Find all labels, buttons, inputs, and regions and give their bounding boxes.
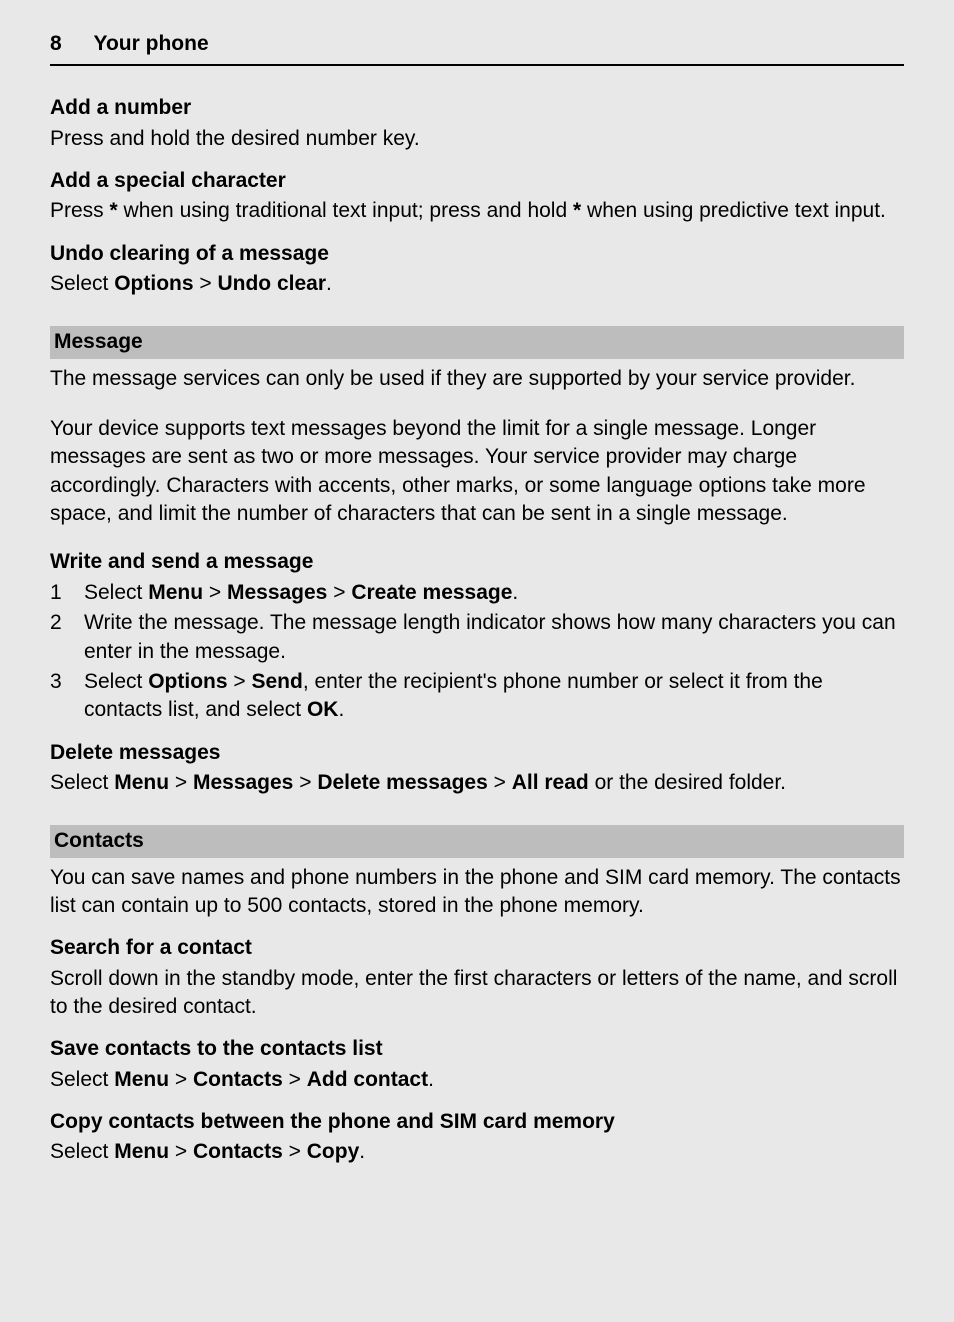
menu-undo-clear: Undo clear [217,272,326,295]
separator: > [283,1140,307,1163]
text-message-intro: The message services can only be used if… [50,365,904,393]
menu-all-read: All read [512,771,589,794]
menu-contacts: Contacts [193,1140,283,1163]
text-fragment: Select [50,1140,114,1163]
key-star: * [110,199,118,222]
text-fragment: . [428,1068,434,1091]
menu-menu: Menu [114,1140,169,1163]
manual-page: 8 Your phone Add a number Press and hold… [0,0,954,1322]
text-save-contacts: Select Menu > Contacts > Add contact. [50,1066,904,1094]
menu-add-contact: Add contact [307,1068,428,1091]
list-item: 1 Select Menu > Messages > Create messag… [50,579,904,607]
text-fragment: Press [50,199,110,222]
key-star: * [573,199,581,222]
text-delete-messages: Select Menu > Messages > Delete messages… [50,769,904,797]
menu-messages: Messages [193,771,293,794]
heading-copy-contacts: Copy contacts between the phone and SIM … [50,1108,904,1136]
page-header: 8 Your phone [50,30,904,66]
heading-delete-messages: Delete messages [50,739,904,767]
heading-undo-clear: Undo clearing of a message [50,240,904,268]
text-fragment: or the desired folder. [589,771,786,794]
text-fragment: Select [50,771,114,794]
separator: > [194,272,218,295]
heading-write-send: Write and send a message [50,548,904,576]
steps-write-send: 1 Select Menu > Messages > Create messag… [50,579,904,725]
separator: > [203,581,227,604]
separator: > [169,1140,193,1163]
separator: > [488,771,512,794]
text-message-limits: Your device supports text messages beyon… [50,415,904,528]
menu-menu: Menu [148,581,203,604]
menu-options: Options [114,272,193,295]
heading-add-special: Add a special character [50,167,904,195]
page-number: 8 [50,30,62,58]
text-contacts-intro: You can save names and phone numbers in … [50,864,904,921]
header-title: Your phone [94,32,209,55]
separator: > [228,670,252,693]
menu-delete-messages: Delete messages [317,771,487,794]
text-add-number: Press and hold the desired number key. [50,125,904,153]
text-search-contact: Scroll down in the standby mode, enter t… [50,965,904,1022]
text-fragment: Select [50,1068,114,1091]
separator: > [283,1068,307,1091]
text-fragment: . [512,581,518,604]
step-text: Select Options > Send, enter the recipie… [84,668,904,725]
menu-messages: Messages [227,581,327,604]
separator: > [169,771,193,794]
menu-create-message: Create message [351,581,512,604]
text-fragment: when using traditional text input; press… [118,199,573,222]
text-copy-contacts: Select Menu > Contacts > Copy. [50,1138,904,1166]
step-number: 3 [50,668,84,696]
menu-ok: OK [307,698,339,721]
section-message: Message [50,326,904,358]
heading-save-contacts: Save contacts to the contacts list [50,1035,904,1063]
menu-contacts: Contacts [193,1068,283,1091]
text-undo-clear: Select Options > Undo clear. [50,270,904,298]
step-number: 1 [50,579,84,607]
menu-options: Options [148,670,227,693]
menu-menu: Menu [114,1068,169,1091]
text-fragment: Select [84,581,148,604]
list-item: 2 Write the message. The message length … [50,609,904,666]
menu-copy: Copy [307,1140,360,1163]
menu-menu: Menu [114,771,169,794]
text-fragment: . [326,272,332,295]
text-fragment: . [338,698,344,721]
text-fragment: when using predictive text input. [581,199,886,222]
text-add-special: Press * when using traditional text inpu… [50,197,904,225]
menu-send: Send [251,670,302,693]
text-fragment: Select [84,670,148,693]
text-fragment: Select [50,272,114,295]
step-number: 2 [50,609,84,637]
heading-search-contact: Search for a contact [50,934,904,962]
step-text: Select Menu > Messages > Create message. [84,579,904,607]
text-fragment: . [359,1140,365,1163]
separator: > [293,771,317,794]
section-contacts: Contacts [50,825,904,857]
list-item: 3 Select Options > Send, enter the recip… [50,668,904,725]
heading-add-number: Add a number [50,94,904,122]
separator: > [327,581,351,604]
step-text: Write the message. The message length in… [84,609,904,666]
separator: > [169,1068,193,1091]
